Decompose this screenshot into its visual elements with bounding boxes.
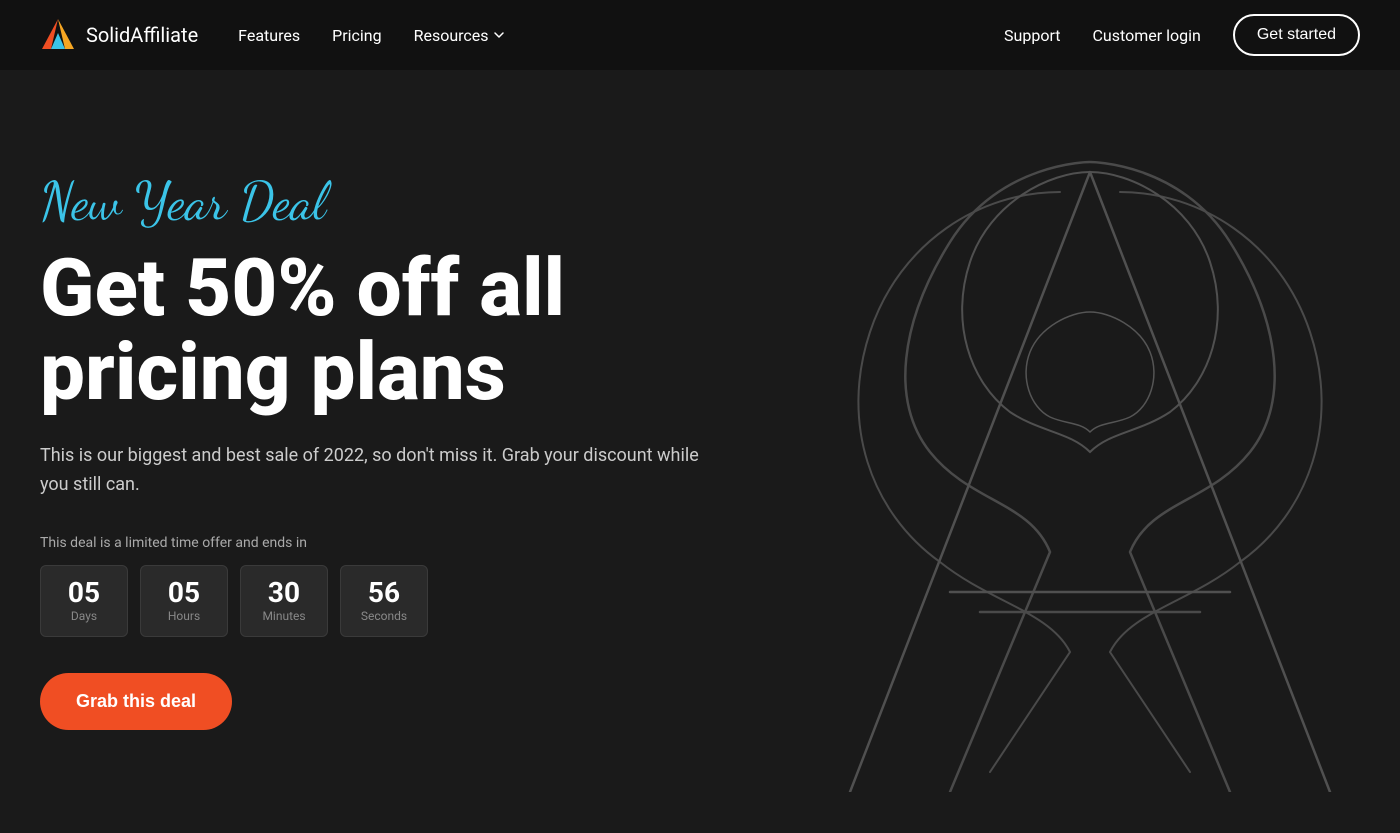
countdown-minutes: 30 Minutes [240,565,328,637]
eyebrow-text: New Year Deal [40,173,700,230]
logo[interactable]: SolidAffiliate [40,17,198,53]
get-started-button[interactable]: Get started [1233,14,1360,56]
navbar: SolidAffiliate Features Pricing Resource… [0,0,1400,70]
countdown-minutes-value: 30 [268,579,300,607]
nav-customer-login-link[interactable]: Customer login [1093,26,1201,45]
countdown-hours: 05 Hours [140,565,228,637]
nav-right: Support Customer login Get started [1004,14,1360,56]
hero-background-graphic [750,112,1400,792]
nav-support-link[interactable]: Support [1004,26,1060,45]
nav-left: SolidAffiliate Features Pricing Resource… [40,17,505,53]
nav-link-resources[interactable]: Resources [414,26,505,45]
nav-link-features[interactable]: Features [238,26,300,45]
logo-icon [40,17,76,53]
countdown-seconds-value: 56 [368,579,400,607]
countdown-days: 05 Days [40,565,128,637]
countdown-days-value: 05 [68,579,100,607]
countdown-seconds: 56 Seconds [340,565,428,637]
logo-text: SolidAffiliate [86,23,198,47]
hero-section: New Year Deal Get 50% off all pricing pl… [0,70,1400,833]
nav-links: Features Pricing Resources [238,26,504,45]
grab-deal-button[interactable]: Grab this deal [40,673,232,730]
hero-headline: Get 50% off all pricing plans [40,246,700,414]
timer-label: This deal is a limited time offer and en… [40,535,700,551]
hero-content: New Year Deal Get 50% off all pricing pl… [40,173,700,731]
hero-description: This is our biggest and best sale of 202… [40,442,700,500]
nav-link-pricing[interactable]: Pricing [332,26,382,45]
chevron-down-icon [493,29,505,41]
countdown-minutes-label: Minutes [262,609,305,623]
countdown-seconds-label: Seconds [361,609,407,623]
countdown-timer: 05 Days 05 Hours 30 Minutes 56 Seconds [40,565,700,637]
countdown-hours-value: 05 [168,579,200,607]
countdown-hours-label: Hours [168,609,200,623]
countdown-days-label: Days [71,609,97,623]
